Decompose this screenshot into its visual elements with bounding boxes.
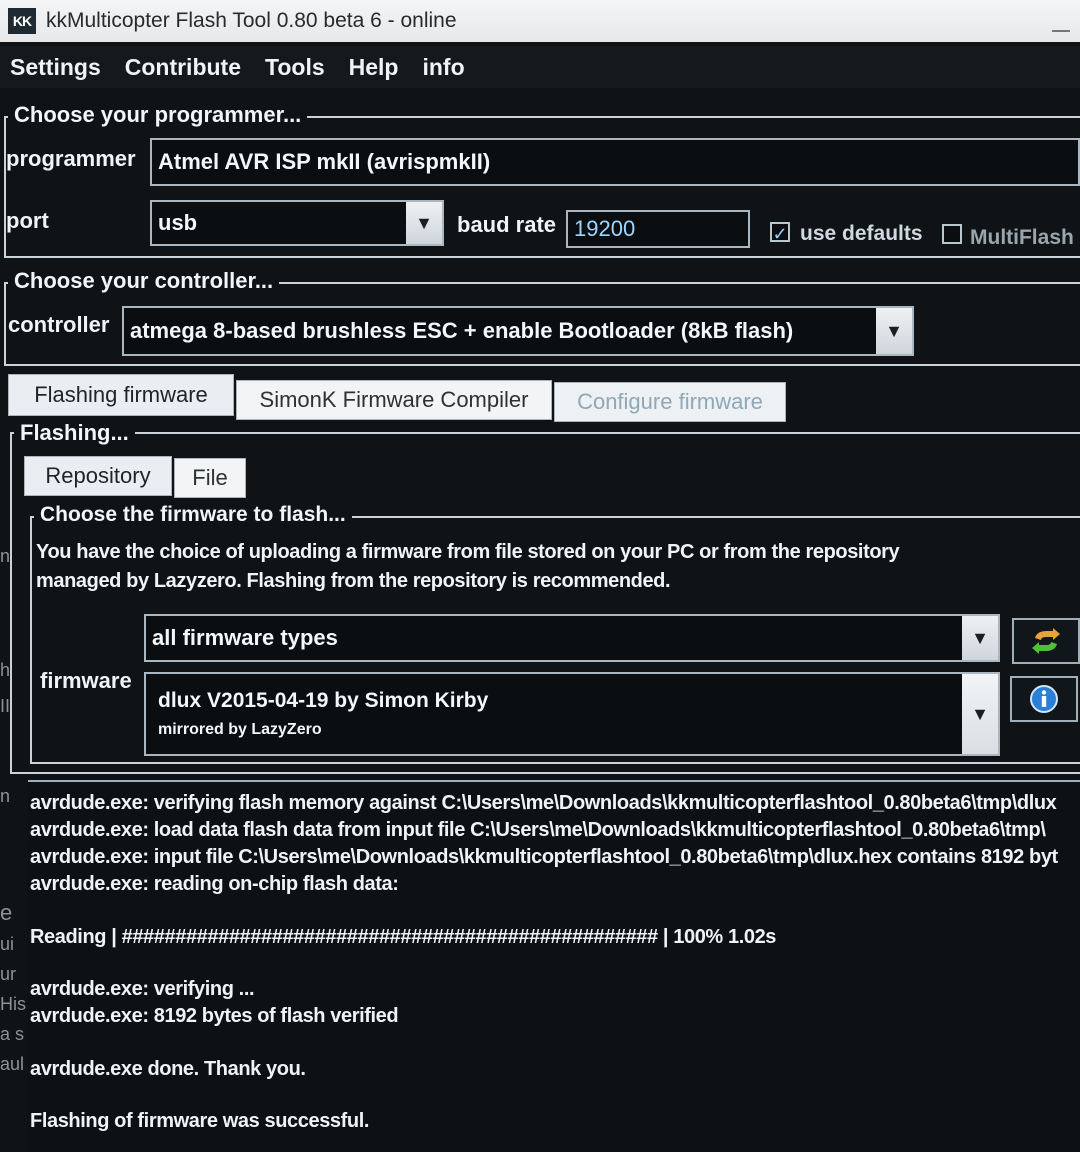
flashing-legend: Flashing... [14, 420, 135, 446]
background-fragment: ur [0, 964, 17, 984]
background-fragment: aul [0, 1054, 25, 1074]
multiflash-label: MultiFlash [970, 226, 1074, 249]
tab-flashing-firmware[interactable]: Flashing firmware [8, 374, 234, 416]
controller-label: controller [8, 312, 110, 337]
firmware-name: dlux V2015-04-19 by Simon Kirby [158, 689, 489, 712]
description-line-1: You have the choice of uploading a firmw… [36, 541, 900, 563]
app-icon: KK [8, 8, 36, 34]
minimize-button[interactable] [1052, 30, 1070, 32]
chevron-down-icon: ▼ [971, 703, 989, 724]
background-fragment: a s [0, 1024, 25, 1044]
chevron-down-icon: ▼ [971, 627, 989, 648]
firmware-dropdown-button[interactable]: ▼ [962, 674, 998, 754]
firmware-label: firmware [40, 668, 132, 693]
firmware-type-value: all firmware types [152, 625, 338, 650]
menu-settings[interactable]: Settings [10, 54, 101, 81]
tab-repository[interactable]: Repository [24, 456, 172, 496]
controller-legend: Choose your controller... [8, 268, 280, 294]
description-line-2: managed by Lazyzero. Flashing from the r… [36, 570, 671, 592]
info-icon [1030, 685, 1058, 713]
port-label: port [6, 208, 49, 233]
firmware-type-filter[interactable]: all firmware types ▼ [144, 614, 1000, 662]
use-defaults-checkbox[interactable]: ✓ [770, 222, 790, 244]
window-title: kkMulticopter Flash Tool 0.80 beta 6 - o… [46, 9, 457, 32]
background-fragment: n [0, 786, 11, 806]
tab-configure-label: Configure firmware [577, 389, 763, 414]
firmware-mirror: mirrored by LazyZero [158, 721, 322, 738]
tab-configure-firmware[interactable]: Configure firmware [554, 382, 786, 422]
log-output[interactable]: avrdude.exe: verifying flash memory agai… [28, 780, 1080, 1152]
programmer-legend: Choose your programmer... [8, 102, 308, 128]
log-line: avrdude.exe: verifying ... [30, 978, 255, 1000]
baud-rate-input[interactable]: 19200 [566, 210, 750, 248]
firmware-legend: Choose the firmware to flash... [34, 503, 352, 527]
refresh-button[interactable] [1012, 618, 1080, 664]
tab-repository-label: Repository [45, 463, 151, 488]
tab-flashing-firmware-label: Flashing firmware [34, 382, 208, 407]
log-line: Reading | ##############################… [30, 926, 777, 948]
port-value: usb [158, 210, 198, 235]
log-line: avrdude.exe: 8192 bytes of flash verifie… [30, 1005, 399, 1027]
info-button[interactable] [1010, 676, 1078, 722]
port-dropdown-button[interactable]: ▼ [406, 202, 442, 244]
log-line: avrdude.exe: verifying flash memory agai… [30, 792, 1057, 814]
background-fragment: h [0, 660, 11, 680]
log-line: avrdude.exe: input file C:\Users\me\Down… [30, 846, 1058, 868]
menu-contribute[interactable]: Contribute [125, 54, 241, 81]
tab-simonk-firmware-compiler[interactable]: SimonK Firmware Compiler [236, 380, 552, 420]
chevron-down-icon: ▼ [415, 212, 433, 233]
menu-tools[interactable]: Tools [265, 54, 325, 81]
background-fragment: ui [0, 934, 15, 954]
tab-simonk-label: SimonK Firmware Compiler [259, 387, 529, 412]
tab-file-label: File [192, 465, 228, 490]
tab-file[interactable]: File [174, 458, 246, 498]
menu-bar: Settings Contribute Tools Help info [0, 46, 1080, 88]
baud-rate-label: baud rate [457, 212, 557, 237]
title-bar: KK kkMulticopter Flash Tool 0.80 beta 6 … [0, 0, 1080, 42]
background-fragment: His [0, 994, 26, 1014]
controller-select[interactable]: atmega 8-based brushless ESC + enable Bo… [122, 306, 914, 356]
log-line: Flashing of firmware was successful. [30, 1110, 370, 1132]
programmer-select[interactable]: Atmel AVR ISP mkII (avrispmkII) [150, 138, 1080, 186]
controller-value: atmega 8-based brushless ESC + enable Bo… [130, 318, 794, 343]
chevron-down-icon: ▼ [885, 320, 903, 341]
background-fragment: II [0, 696, 11, 716]
background-fragment: e [0, 900, 13, 925]
firmware-select[interactable]: dlux V2015-04-19 by Simon Kirby mirrored… [144, 672, 1000, 756]
controller-dropdown-button[interactable]: ▼ [876, 308, 912, 354]
refresh-icon [1032, 628, 1060, 654]
multiflash-checkbox[interactable] [942, 224, 962, 244]
log-line: avrdude.exe: reading on-chip flash data: [30, 873, 399, 895]
menu-help[interactable]: Help [349, 54, 399, 81]
background-fragment: n [0, 546, 11, 566]
port-select[interactable]: usb ▼ [150, 200, 444, 246]
menu-info[interactable]: info [422, 54, 464, 81]
log-line: avrdude.exe: load data flash data from i… [30, 819, 1046, 841]
programmer-value: Atmel AVR ISP mkII (avrispmkII) [158, 149, 491, 174]
firmware-type-dropdown-button[interactable]: ▼ [962, 616, 998, 660]
log-line: avrdude.exe done. Thank you. [30, 1058, 306, 1080]
baud-rate-value: 19200 [574, 216, 636, 241]
use-defaults-label: use defaults [800, 222, 923, 245]
programmer-label: programmer [6, 146, 136, 171]
